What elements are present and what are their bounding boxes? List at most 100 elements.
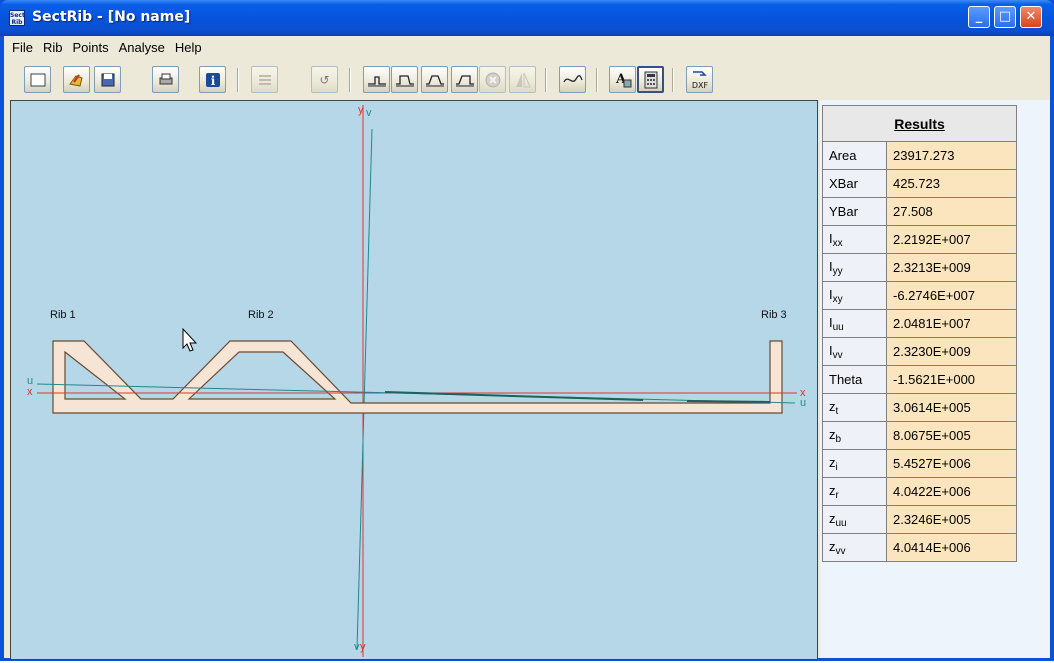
new-icon [30,73,45,86]
result-name: YBar [822,197,887,226]
delete-rib-button[interactable] [479,66,506,93]
result-value: 4.0414E+006 [885,533,1018,562]
add-rib-2-button[interactable] [391,66,418,93]
results-row: Area 23917.273 [822,141,1018,170]
add-rib-1-button[interactable] [363,66,390,93]
info-icon: i [205,72,220,88]
results-row: zi 5.4527E+006 [822,449,1018,478]
result-value: 3.0614E+005 [885,393,1018,422]
mirror-button[interactable] [509,66,536,93]
open-file-button[interactable] [63,66,90,93]
result-value: 5.4527E+006 [885,449,1018,478]
undo-icon: ↺ [319,72,330,87]
undo-button[interactable]: ↺ [311,66,338,93]
menu-analyse[interactable]: Analyse [114,36,170,60]
result-value: 27.508 [885,197,1018,226]
section-drawing[interactable]: y v v y u x x u Rib 1 Rib 2 Rib 3 [11,101,817,659]
client-area: File Rib Points Analyse Help i ↺ A DXF y… [4,36,1050,660]
result-name: zr [822,477,887,506]
result-value: 425.723 [885,169,1018,198]
rib-3-label: Rib 3 [761,309,787,321]
app-icon[interactable]: Sect Rib [9,10,25,26]
menu-rib[interactable]: Rib [38,36,68,60]
open-icon [68,73,83,87]
results-row: XBar 425.723 [822,169,1018,198]
dxf-export-button[interactable]: DXF [686,66,713,93]
title-bar[interactable]: Sect Rib SectRib - [No name] _ □ ✕ [0,0,1054,36]
result-value: 2.3246E+005 [885,505,1018,534]
mirror-icon [515,72,531,87]
rib-shape-4-icon [455,74,474,86]
result-value: 8.0675E+005 [885,421,1018,450]
rib-1-label: Rib 1 [50,309,76,321]
result-value: 2.3213E+009 [885,253,1018,282]
rib-section-shape[interactable] [52,340,783,414]
maximize-button[interactable]: □ [994,6,1016,28]
rib-shape-1-icon [367,75,386,86]
result-name: zb [822,421,887,450]
toolbar: i ↺ A DXF [4,60,1050,100]
results-row: zvv 4.0414E+006 [822,533,1018,562]
result-value: -6.2746E+007 [885,281,1018,310]
results-table: Results Area 23917.273 XBar 425.723 YBar 27.5… [822,105,1018,562]
results-row: zr 4.0422E+006 [822,477,1018,506]
result-value: 2.3230E+009 [885,337,1018,366]
save-file-button[interactable] [94,66,121,93]
menu-file[interactable]: File [4,36,38,60]
points-list-button[interactable] [251,66,278,93]
result-name: Area [822,141,887,170]
menu-bar: File Rib Points Analyse Help [4,36,1050,60]
results-row: YBar 27.508 [822,197,1018,226]
curve-button[interactable] [559,66,586,93]
v-axis [356,128,373,650]
results-row: Ixx 2.2192E+007 [822,225,1018,254]
y-axis-label-top: y [358,104,364,116]
result-value: 2.2192E+007 [885,225,1018,254]
y-axis-label-bottom: y [360,641,366,653]
text-font-button[interactable]: A [609,66,636,93]
info-button[interactable]: i [199,66,226,93]
drawing-canvas[interactable]: y v v y u x x u Rib 1 Rib 2 Rib 3 [10,100,818,660]
result-name: zvv [822,533,887,562]
u-axis-overlay-right [686,400,771,403]
result-name: Ixx [822,225,887,254]
results-title: Results [822,105,1017,142]
curve-icon [562,74,583,82]
results-row: Theta -1.5621E+000 [822,365,1018,394]
rib-shape-2-icon [395,74,414,86]
delete-rib-icon [485,72,500,87]
menu-help[interactable]: Help [170,36,207,60]
results-row: Ivv 2.3230E+009 [822,337,1018,366]
rib-2-label: Rib 2 [248,309,274,321]
mouse-cursor-icon [182,327,198,352]
calculator-icon [644,71,657,88]
new-file-button[interactable] [24,66,51,93]
menu-points[interactable]: Points [67,36,113,60]
result-name: zi [822,449,887,478]
results-row: Iyy 2.3213E+009 [822,253,1018,282]
x-axis-label-left: x [27,386,33,398]
results-row: zuu 2.3246E+005 [822,505,1018,534]
add-rib-3-button[interactable] [421,66,448,93]
save-icon [101,73,114,86]
print-button[interactable] [152,66,179,93]
list-icon [258,74,271,85]
text-font-icon: A [615,72,631,87]
result-name: XBar [822,169,887,198]
result-name: Ixy [822,281,887,310]
calculator-button[interactable] [637,66,664,93]
svg-text:i: i [210,74,215,88]
v-axis-label-top: v [366,107,372,119]
results-row: Ixy -6.2746E+007 [822,281,1018,310]
add-rib-4-button[interactable] [451,66,478,93]
window-title: SectRib - [No name] [32,9,191,25]
print-icon [159,73,172,84]
result-value: -1.5621E+000 [885,365,1018,394]
result-name: Ivv [822,337,887,366]
result-value: 4.0422E+006 [885,477,1018,506]
app-window: Sect Rib SectRib - [No name] _ □ ✕ File R… [0,0,1054,661]
minimize-button[interactable]: _ [968,6,990,28]
result-name: zt [822,393,887,422]
close-button[interactable]: ✕ [1020,6,1042,28]
rib-shape-3-icon [425,74,444,86]
